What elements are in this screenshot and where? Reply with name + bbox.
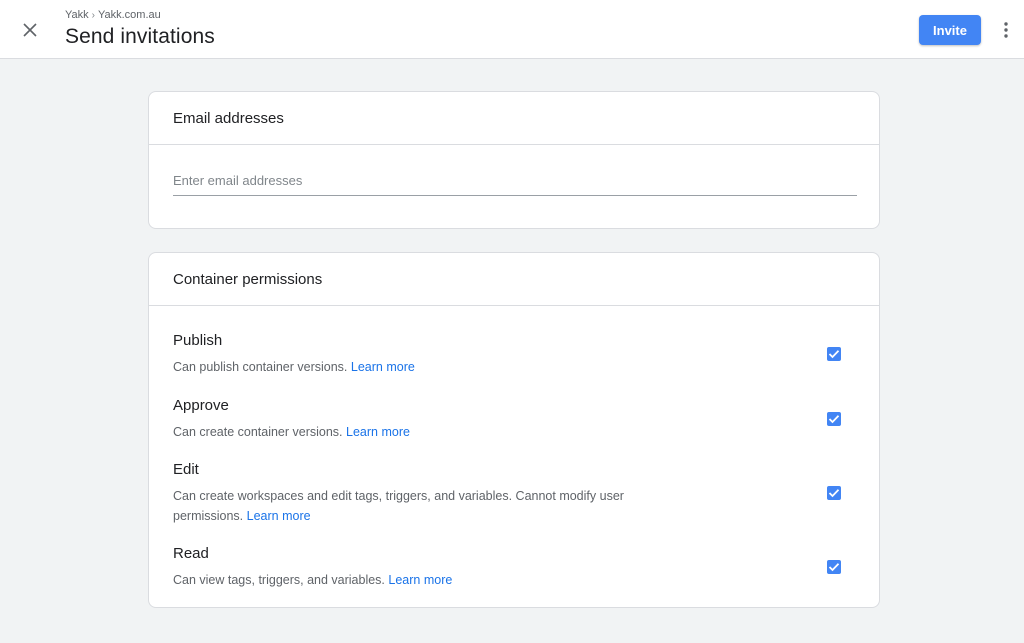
permission-name: Publish — [173, 332, 223, 349]
top-app-bar: Yakk › Yakk.com.au Send invitations Invi… — [0, 0, 1024, 59]
check-icon — [828, 489, 840, 498]
check-icon — [828, 350, 840, 359]
close-button[interactable] — [17, 17, 43, 43]
page-title: Send invitations — [65, 25, 215, 48]
more-options-button[interactable] — [996, 17, 1016, 43]
close-icon — [23, 23, 37, 37]
check-icon — [828, 563, 840, 572]
learn-more-link[interactable]: Learn more — [346, 425, 410, 439]
permission-description: Can create container versions. Learn mor… — [173, 425, 410, 439]
permission-read: Read Can view tags, triggers, and variab… — [173, 545, 857, 590]
permission-approve: Approve Can create container versions. L… — [173, 397, 857, 442]
permission-name: Read — [173, 545, 209, 562]
learn-more-link[interactable]: Learn more — [351, 360, 415, 374]
more-vert-icon — [1004, 22, 1008, 38]
permission-description: Can view tags, triggers, and variables. … — [173, 573, 453, 587]
permission-description: Can publish container versions. Learn mo… — [173, 360, 415, 374]
permission-description: Can create workspaces and edit tags, tri… — [173, 489, 624, 523]
edit-checkbox[interactable] — [827, 486, 841, 500]
approve-checkbox[interactable] — [827, 412, 841, 426]
publish-checkbox[interactable] — [827, 347, 841, 361]
permissions-section-title: Container permissions — [149, 253, 879, 306]
breadcrumb-separator: › — [91, 9, 95, 21]
invite-button[interactable]: Invite — [919, 15, 981, 45]
learn-more-link[interactable]: Learn more — [247, 509, 311, 523]
read-checkbox[interactable] — [827, 560, 841, 574]
breadcrumb-container[interactable]: Yakk.com.au — [98, 9, 161, 21]
permission-publish: Publish Can publish container versions. … — [173, 332, 857, 377]
email-addresses-card: Email addresses — [148, 91, 880, 229]
permission-name: Edit — [173, 461, 199, 478]
permission-name: Approve — [173, 397, 229, 414]
container-permissions-card: Container permissions Publish Can publis… — [148, 252, 880, 608]
check-icon — [828, 415, 840, 424]
learn-more-link[interactable]: Learn more — [388, 573, 452, 587]
breadcrumb: Yakk › Yakk.com.au — [65, 9, 161, 21]
breadcrumb-account[interactable]: Yakk — [65, 9, 89, 21]
permission-edit: Edit Can create workspaces and edit tags… — [173, 461, 857, 526]
email-section-title: Email addresses — [149, 92, 879, 145]
email-input[interactable] — [173, 165, 857, 196]
